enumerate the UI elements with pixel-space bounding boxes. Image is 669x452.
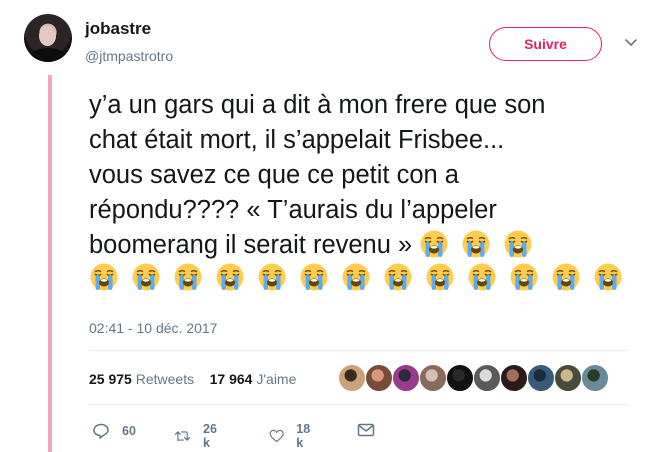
retweet-count: 26 k [203, 422, 217, 450]
loudly-crying-face-icon [342, 263, 370, 291]
liker-avatar[interactable] [419, 364, 447, 392]
liker-avatar[interactable] [554, 364, 582, 392]
follow-button[interactable]: Suivre [489, 27, 602, 61]
heart-icon [269, 429, 284, 442]
user-handle[interactable]: @jtmpastrotro [85, 48, 173, 64]
loudly-crying-face-icon [132, 263, 160, 291]
retweets-label[interactable]: Retweets [136, 371, 194, 387]
liker-avatar[interactable] [527, 364, 555, 392]
timestamp[interactable]: 02:41 - 10 déc. 2017 [89, 320, 217, 336]
liker-avatar[interactable] [446, 364, 474, 392]
divider [89, 350, 629, 351]
reply-button[interactable]: 60 [92, 422, 136, 440]
loudly-crying-face-icon [384, 263, 412, 291]
liker-avatar[interactable] [473, 364, 501, 392]
tweet-text: y’a un gars qui a dit à mon frere que so… [89, 88, 649, 296]
likes-count[interactable]: 17 964 [210, 371, 253, 387]
like-button[interactable]: 18 k [269, 422, 315, 450]
chevron-down-icon[interactable] [624, 36, 638, 50]
engagement-stats: 25 975 Retweets 17 964 J'aime [89, 371, 296, 387]
likes-label[interactable]: J'aime [256, 371, 296, 387]
tweet-text-line: boomerang il serait revenu » [89, 228, 649, 263]
like-count: 18 k [296, 422, 311, 450]
loudly-crying-face-icon [300, 263, 328, 291]
envelope-icon [357, 423, 375, 437]
tweet-text-line: y’a un gars qui a dit à mon frere que so… [89, 91, 546, 119]
loudly-crying-face-icon [510, 263, 538, 291]
reply-icon [93, 423, 109, 439]
loudly-crying-face-icon [216, 263, 244, 291]
display-name[interactable]: jobastre [85, 19, 151, 39]
loudly-crying-face-icon [174, 263, 202, 291]
liker-avatar[interactable] [365, 364, 393, 392]
tweet-text-line: vous savez ce que ce petit con a [89, 161, 459, 189]
loudly-crying-face-icon [258, 263, 286, 291]
retweets-count[interactable]: 25 975 [89, 371, 132, 387]
loudly-crying-face-icon [552, 263, 580, 291]
divider [89, 404, 629, 405]
retweet-icon [174, 431, 191, 442]
loudly-crying-face-icon [468, 263, 496, 291]
reply-count: 60 [122, 424, 136, 438]
loudly-crying-face-icon [462, 230, 490, 258]
liker-avatar[interactable] [500, 364, 528, 392]
tweet-text-line: répondu???? « T’aurais du l’appeler [89, 196, 497, 224]
loudly-crying-face-icon [594, 263, 622, 291]
loudly-crying-face-icon [426, 263, 454, 291]
retweet-button[interactable]: 26 k [174, 422, 222, 450]
avatar[interactable] [24, 14, 72, 62]
loudly-crying-face-icon [504, 230, 532, 258]
direct-message-button[interactable] [357, 422, 387, 438]
liker-avatar[interactable] [392, 364, 420, 392]
loudly-crying-face-icon [90, 263, 118, 291]
liker-avatar[interactable] [581, 364, 609, 392]
tweet-text-line: chat était mort, il s’appelait Frisbee..… [89, 126, 505, 154]
emoji-row [89, 261, 649, 296]
liker-avatar[interactable] [338, 364, 366, 392]
loudly-crying-face-icon [420, 230, 448, 258]
thread-line [48, 75, 52, 452]
